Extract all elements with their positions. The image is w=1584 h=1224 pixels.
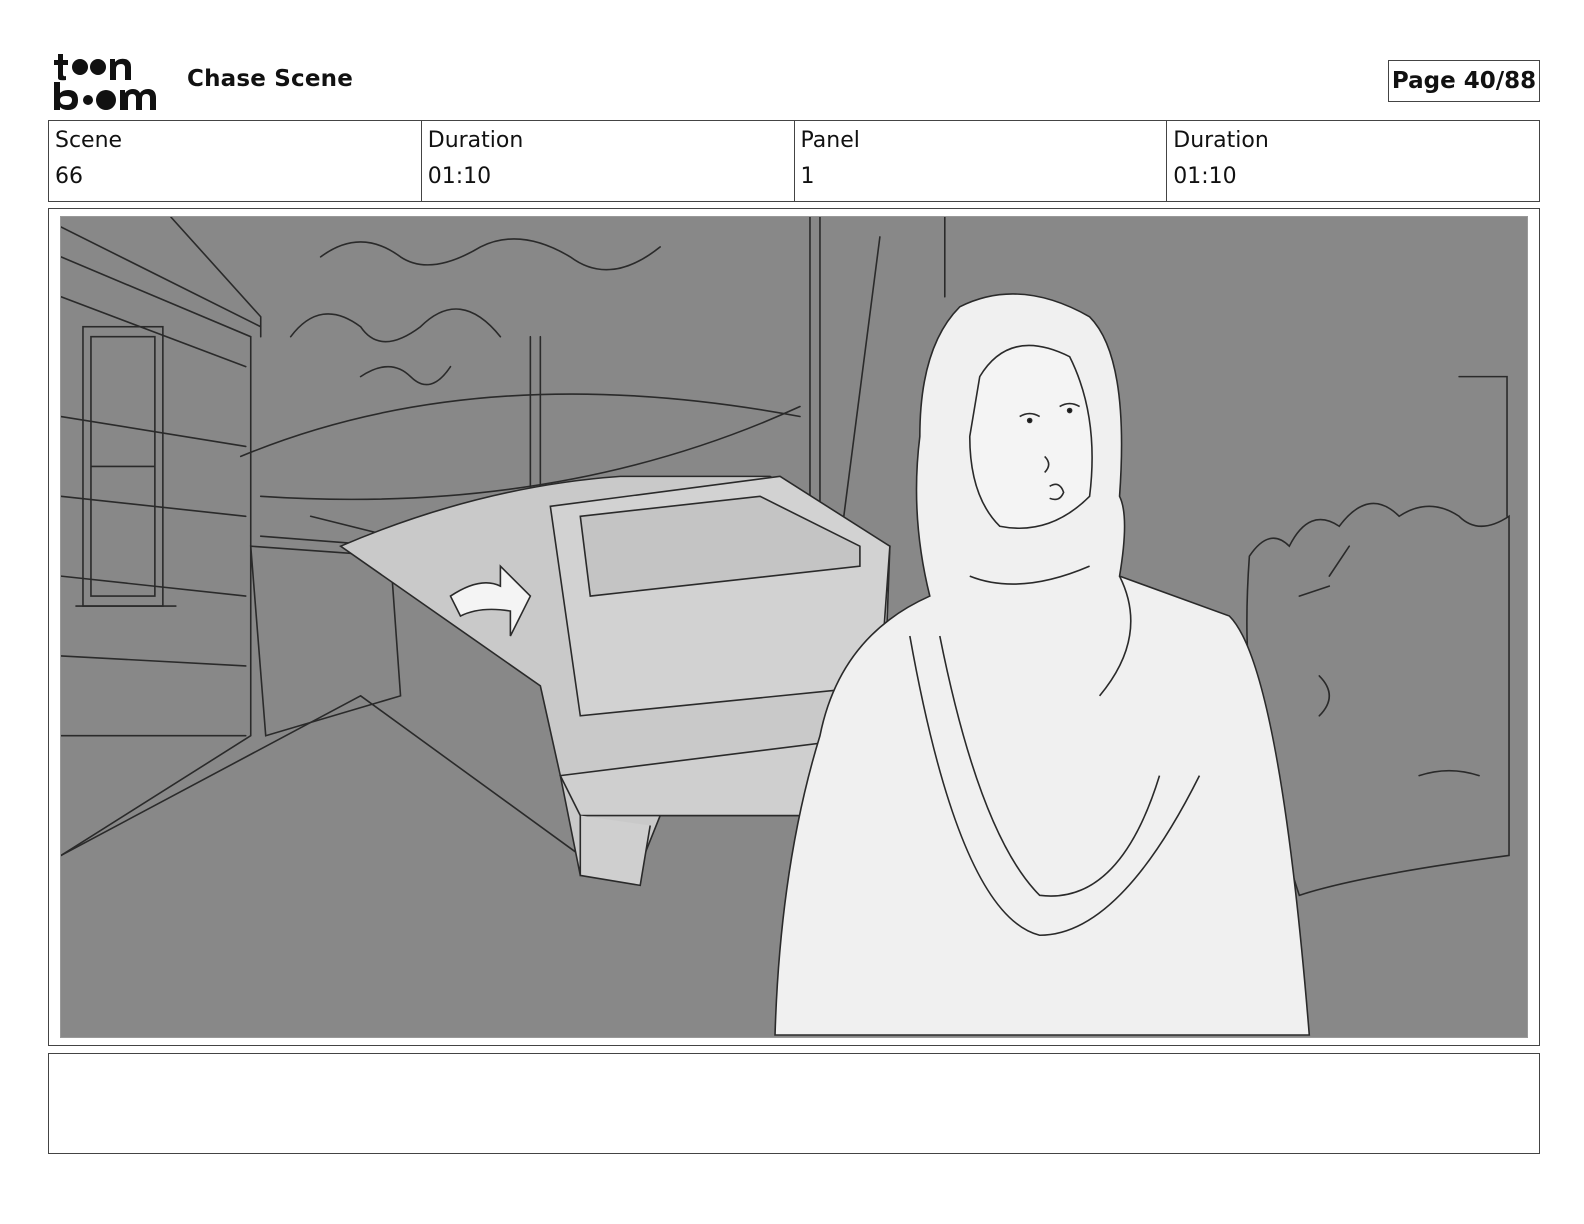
panel-label: Panel bbox=[800, 128, 860, 153]
panel-duration-label: Duration bbox=[1173, 128, 1269, 153]
scene-value: 66 bbox=[55, 164, 83, 189]
panel-value: 1 bbox=[800, 164, 815, 189]
character bbox=[774, 293, 1311, 1036]
project-title: Chase Scene bbox=[187, 66, 354, 92]
sketch-drawing bbox=[61, 217, 1510, 1036]
toon-boom-logo-mark bbox=[54, 54, 156, 110]
toon-boom-logo bbox=[52, 52, 164, 112]
scene-duration-label: Duration bbox=[427, 128, 524, 153]
scene-cell: Scene 66 bbox=[49, 121, 422, 201]
panel-duration-value: 01:10 bbox=[1173, 164, 1237, 189]
scene-duration-cell: Duration 01:10 bbox=[422, 121, 795, 201]
scene-label: Scene bbox=[55, 128, 123, 153]
panel-cell: Panel 1 bbox=[795, 121, 1168, 201]
house-roof-line bbox=[61, 226, 262, 328]
storyboard-sketch bbox=[60, 216, 1528, 1038]
dumpster bbox=[249, 545, 402, 737]
panel-notes-box bbox=[48, 1053, 1540, 1154]
panel-duration-cell: Duration 01:10 bbox=[1167, 121, 1539, 201]
page-indicator: Page 40/88 bbox=[1388, 60, 1540, 102]
scene-duration-value: 01:10 bbox=[427, 164, 492, 189]
scene-info-table: Scene 66 Duration 01:10 Panel 1 Duration… bbox=[48, 120, 1540, 202]
panel-frame bbox=[48, 208, 1540, 1046]
